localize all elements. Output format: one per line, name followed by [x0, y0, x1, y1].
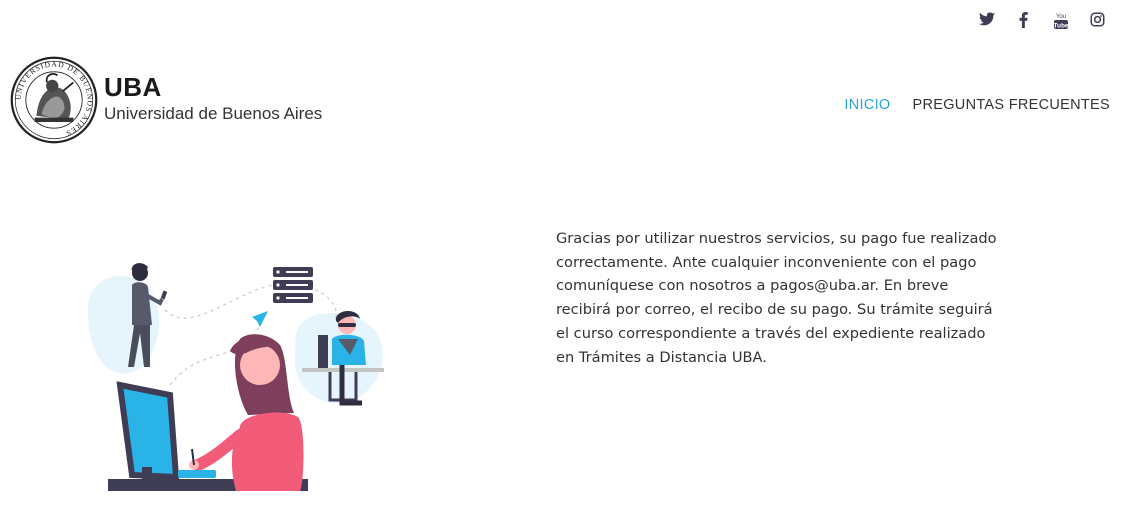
nav-item-preguntas-frecuentes[interactable]: PREGUNTAS FRECUENTES [913, 97, 1110, 113]
youtube-link[interactable]: You Tube [1042, 12, 1079, 36]
uba-logo[interactable]: UNIVERSIDAD DE BUENOS AIRES UBA Universi… [10, 56, 322, 144]
payment-confirmation-message: Gracias por utilizar nuestros servicios,… [556, 230, 997, 366]
facebook-link[interactable] [1005, 12, 1042, 36]
instagram-icon [1090, 12, 1105, 27]
youtube-icon: You Tube [1053, 14, 1068, 30]
paper-plane-icon [252, 311, 268, 327]
payment-success-illustration [87, 263, 384, 491]
facebook-icon [1019, 12, 1028, 28]
nav-item-inicio[interactable]: INICIO [844, 97, 890, 113]
logo-subtitle: Universidad de Buenos Aires [104, 103, 323, 123]
svg-text:You: You [1055, 14, 1065, 20]
server-icon [273, 267, 313, 303]
main-nav: INICIO PREGUNTAS FRECUENTES [844, 97, 1110, 113]
twitter-link[interactable] [968, 12, 1005, 36]
uba-seal-icon: UNIVERSIDAD DE BUENOS AIRES [10, 56, 98, 144]
twitter-icon [978, 12, 995, 26]
logo-text: UBA Universidad de Buenos Aires [104, 73, 322, 124]
social-links: You Tube [968, 12, 1116, 36]
svg-text:Tube: Tube [1054, 23, 1068, 30]
instagram-link[interactable] [1079, 12, 1116, 36]
logo-title: UBA [104, 71, 162, 102]
